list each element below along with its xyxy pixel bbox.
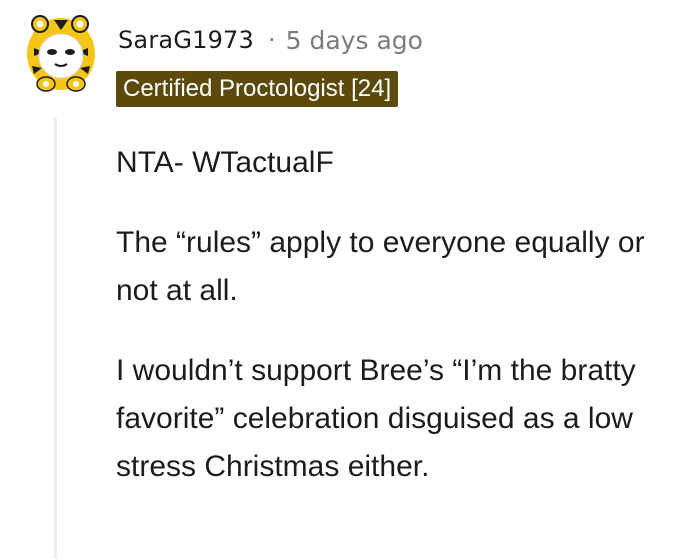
timestamp-link[interactable]: 5 days ago: [286, 26, 423, 55]
comment-body: NTA- WTactualF The “rules” apply to ever…: [116, 139, 686, 523]
username-link[interactable]: SaraG1973: [118, 26, 254, 54]
comment-paragraph: I wouldn’t support Bree’s “I’m the bratt…: [116, 354, 636, 483]
comment-paragraph: NTA- WTactualF: [116, 146, 334, 179]
comment-meta: SaraG1973 · 5 days ago: [118, 20, 423, 60]
comment-paragraph: The “rules” apply to everyone equally or…: [116, 226, 645, 307]
user-avatar-icon[interactable]: [24, 10, 98, 94]
meta-separator: ·: [268, 26, 276, 54]
user-flair-badge: Certified Proctologist [24]: [116, 71, 399, 107]
comment: SaraG1973 · 5 days ago Certified Proctol…: [0, 0, 700, 559]
thread-collapse-line[interactable]: [54, 118, 57, 559]
